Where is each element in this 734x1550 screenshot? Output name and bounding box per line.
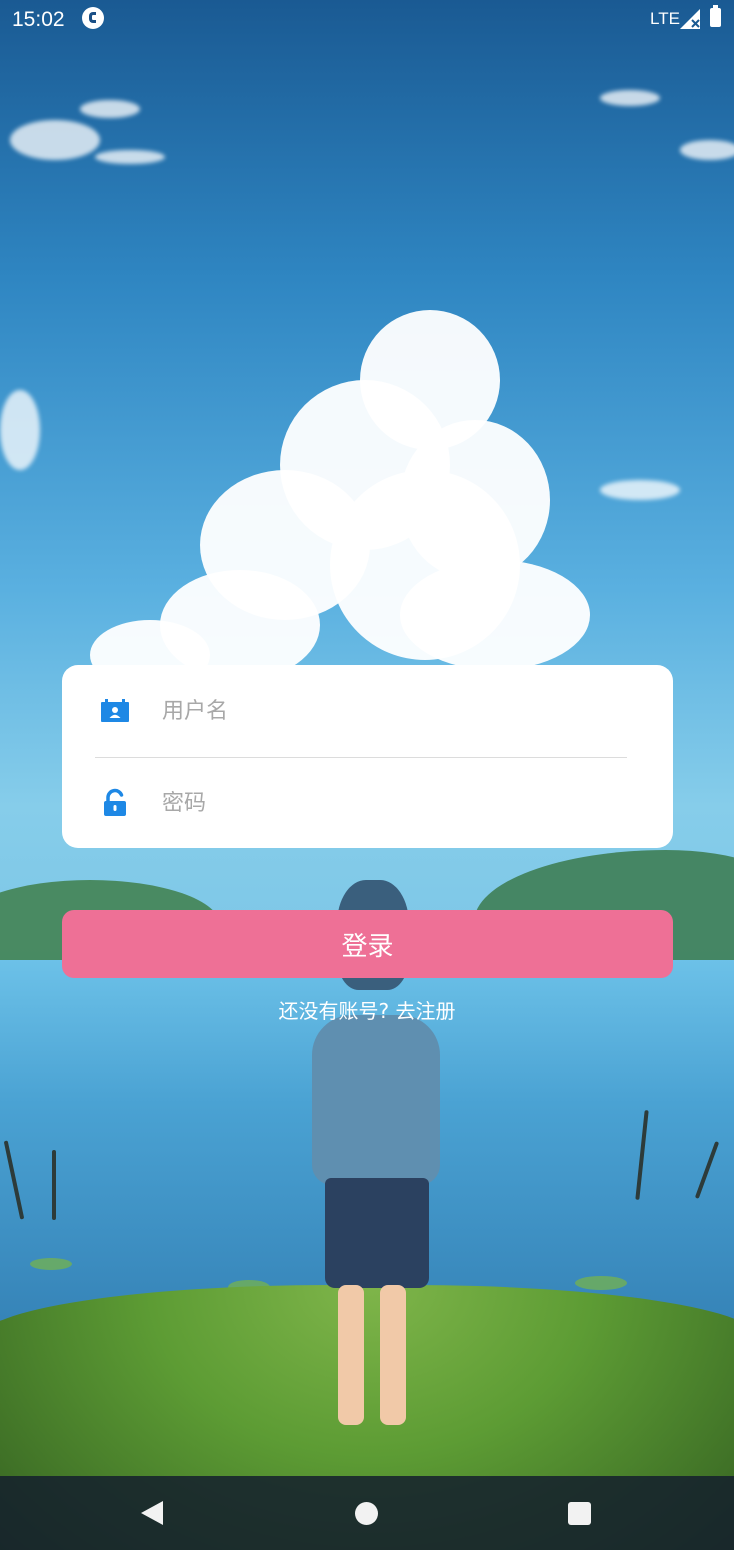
unlock-icon <box>104 788 126 816</box>
app-notification-icon <box>82 7 104 29</box>
recents-icon[interactable] <box>568 1502 591 1525</box>
login-button[interactable]: 登录 <box>62 910 673 978</box>
signal-icon <box>680 9 700 29</box>
status-bar: 15:02 LTE <box>0 0 734 38</box>
password-row <box>62 758 673 848</box>
home-icon[interactable] <box>355 1502 378 1525</box>
back-icon[interactable] <box>141 1501 163 1525</box>
password-input[interactable] <box>160 777 634 829</box>
login-screen: 15:02 LTE 用户名 登录 还没有账号? 去注册 <box>0 0 734 1550</box>
login-card <box>62 665 673 848</box>
username-row <box>62 665 673 757</box>
battery-icon <box>710 5 721 27</box>
user-card-icon <box>101 699 129 722</box>
status-time: 15:02 <box>12 8 65 31</box>
register-prompt: 还没有账号? <box>278 999 390 1023</box>
network-type-label: LTE <box>650 9 680 28</box>
register-link: 还没有账号? 去注册 <box>0 995 734 1024</box>
navigation-bar <box>0 1476 734 1550</box>
username-input[interactable] <box>160 685 634 737</box>
register-action-link[interactable]: 去注册 <box>395 999 455 1023</box>
